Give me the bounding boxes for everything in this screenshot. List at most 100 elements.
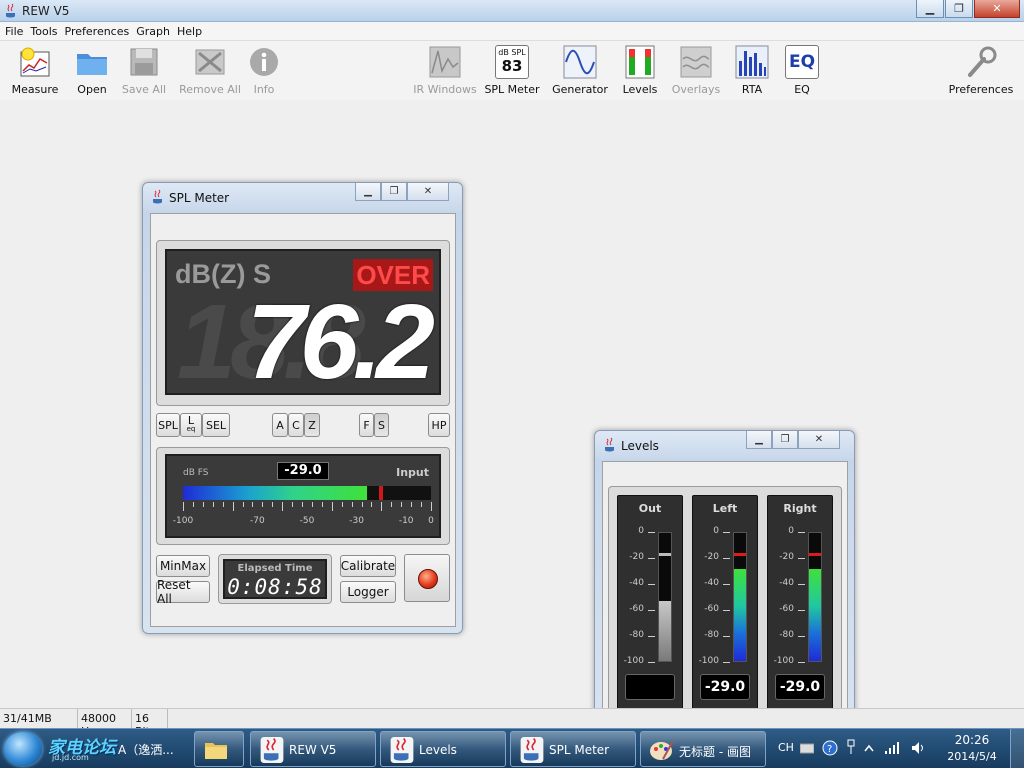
close-button[interactable]: ✕ bbox=[974, 0, 1020, 18]
network-icon[interactable] bbox=[884, 741, 900, 755]
input-level-readout: -29.0 bbox=[277, 462, 329, 480]
spl-mode-button[interactable]: SPL bbox=[156, 413, 180, 437]
overlays-icon bbox=[679, 45, 713, 79]
java-icon bbox=[605, 437, 614, 452]
logger-button[interactable]: Logger bbox=[340, 581, 396, 603]
folder-icon bbox=[205, 743, 227, 759]
spl-meter-button[interactable]: dB SPL 83 SPL Meter bbox=[484, 45, 540, 96]
reset-all-button[interactable]: Reset All bbox=[156, 578, 210, 606]
scale-label: -30 bbox=[349, 516, 364, 526]
taskbar-rew[interactable]: REW V5 bbox=[250, 731, 376, 767]
scale-label: -70 bbox=[250, 516, 265, 526]
show-hidden-icons[interactable] bbox=[864, 744, 874, 752]
minimize-button[interactable]: ▁ bbox=[355, 183, 381, 201]
levels-panel bbox=[602, 461, 848, 732]
scale-label: -50 bbox=[299, 516, 315, 526]
scale-tick bbox=[282, 502, 284, 511]
remove-icon bbox=[193, 45, 227, 79]
java-icon bbox=[153, 189, 162, 204]
close-button[interactable]: ✕ bbox=[798, 431, 840, 449]
start-area[interactable]: 家电论坛 jd.jd.com A（逸洒... bbox=[0, 729, 190, 768]
levels-window[interactable]: Levels ▁ ❐ ✕ Out0-20-40-60-80-100dB FSLe… bbox=[594, 430, 855, 732]
maximize-button[interactable]: ❐ bbox=[772, 431, 798, 449]
help-icon[interactable]: ? bbox=[822, 740, 838, 756]
scale-tick bbox=[321, 502, 323, 507]
preferences-button[interactable]: Preferences bbox=[946, 45, 1016, 96]
record-button[interactable] bbox=[404, 554, 450, 602]
spl-meter-icon: dB SPL 83 bbox=[495, 45, 529, 79]
menu-help[interactable]: Help bbox=[175, 22, 207, 40]
clock-date[interactable]: 2014/5/4 bbox=[938, 750, 1006, 763]
ir-windows-button[interactable]: IR Windows bbox=[410, 45, 480, 96]
z-weighting-button[interactable]: Z bbox=[304, 413, 320, 437]
spl-display: dB(Z) S OVER 18.8 76.2 bbox=[165, 249, 441, 395]
measure-icon bbox=[18, 45, 52, 79]
minimize-button[interactable]: ▁ bbox=[746, 431, 772, 449]
scale-tick bbox=[202, 502, 204, 507]
input-language[interactable]: CH bbox=[778, 741, 794, 754]
scale-tick bbox=[311, 502, 313, 507]
scale-tick bbox=[411, 502, 413, 507]
scale-tick bbox=[192, 502, 194, 507]
input-meter-frame: dB FS -29.0 Input -100 -70 -50 -30 -10 0 bbox=[156, 447, 450, 545]
save-all-button[interactable]: Save All bbox=[120, 45, 168, 96]
eq-button[interactable]: EQ EQ bbox=[782, 45, 822, 96]
overlays-button[interactable]: Overlays bbox=[670, 45, 722, 96]
sel-mode-button[interactable]: SEL bbox=[202, 413, 230, 437]
minmax-button[interactable]: MinMax bbox=[156, 555, 210, 577]
input-scale-labels: -100 -70 -50 -30 -10 0 bbox=[173, 516, 434, 528]
menu-graph[interactable]: Graph bbox=[134, 22, 175, 40]
svg-text:?: ? bbox=[827, 744, 832, 755]
fast-button[interactable]: F bbox=[359, 413, 374, 437]
spl-meter-window[interactable]: SPL Meter ▁ ❐ ✕ dB(Z) S OVER 18.8 76.2 S… bbox=[142, 182, 463, 634]
clock-time[interactable]: 20:26 bbox=[946, 733, 998, 747]
scale-tick bbox=[381, 502, 383, 511]
open-button[interactable]: Open bbox=[70, 45, 114, 96]
maximize-button[interactable]: ❐ bbox=[381, 183, 407, 201]
scale-tick bbox=[431, 502, 432, 511]
scale-tick bbox=[252, 502, 254, 507]
taskbar-paint[interactable]: 无标题 - 画图 bbox=[640, 731, 766, 767]
java-icon bbox=[260, 737, 284, 763]
taskbar-levels[interactable]: Levels bbox=[380, 731, 506, 767]
keyboard-icon[interactable] bbox=[800, 742, 814, 754]
minimize-button[interactable]: ▁ bbox=[916, 0, 944, 18]
input-level-fill bbox=[183, 486, 367, 500]
calibrate-button[interactable]: Calibrate bbox=[340, 555, 396, 577]
a-weighting-button[interactable]: A bbox=[272, 413, 288, 437]
hp-button[interactable]: HP bbox=[428, 413, 450, 437]
volume-icon[interactable] bbox=[910, 740, 926, 756]
sample-rate: 48000 Hz bbox=[78, 709, 132, 738]
menu-file[interactable]: File bbox=[3, 22, 28, 40]
input-level-bar bbox=[183, 486, 431, 500]
levels-button[interactable]: Levels bbox=[620, 45, 660, 96]
taskbar: 家电论坛 jd.jd.com A（逸洒... REW V5 Levels SPL… bbox=[0, 728, 1024, 768]
taskbar-spl-meter[interactable]: SPL Meter bbox=[510, 731, 636, 767]
input-scale-ticks bbox=[183, 502, 432, 514]
measure-button[interactable]: Measure bbox=[8, 45, 62, 96]
elapsed-time-frame: Elapsed Time 0:08:58 bbox=[218, 554, 332, 604]
c-weighting-button[interactable]: C bbox=[288, 413, 304, 437]
start-button[interactable] bbox=[4, 732, 42, 766]
maximize-button[interactable]: ❐ bbox=[945, 0, 973, 18]
menu-tools[interactable]: Tools bbox=[28, 22, 62, 40]
pin-icon[interactable] bbox=[846, 738, 856, 756]
show-desktop-button[interactable] bbox=[1010, 729, 1024, 768]
java-icon bbox=[520, 737, 544, 763]
scale-label: -100 bbox=[172, 516, 194, 526]
taskbar-item-text[interactable]: A（逸洒... bbox=[118, 741, 174, 758]
main-title-bar[interactable]: REW V5 ▁ ❐ ✕ bbox=[0, 0, 1024, 22]
levels-icon bbox=[623, 45, 657, 79]
scale-tick bbox=[421, 502, 423, 507]
taskbar-explorer[interactable] bbox=[194, 731, 244, 767]
scale-label: -10 bbox=[398, 516, 414, 526]
menu-preferences[interactable]: Preferences bbox=[63, 22, 135, 40]
rta-button[interactable]: RTA bbox=[732, 45, 772, 96]
close-button[interactable]: ✕ bbox=[407, 183, 449, 201]
generator-button[interactable]: Generator bbox=[552, 45, 608, 96]
scale-label: 0 bbox=[428, 516, 434, 526]
remove-all-button[interactable]: Remove All bbox=[178, 45, 242, 96]
info-button[interactable]: Info bbox=[246, 45, 282, 96]
slow-button[interactable]: S bbox=[374, 413, 389, 437]
leq-mode-button[interactable]: Leq bbox=[180, 413, 202, 437]
